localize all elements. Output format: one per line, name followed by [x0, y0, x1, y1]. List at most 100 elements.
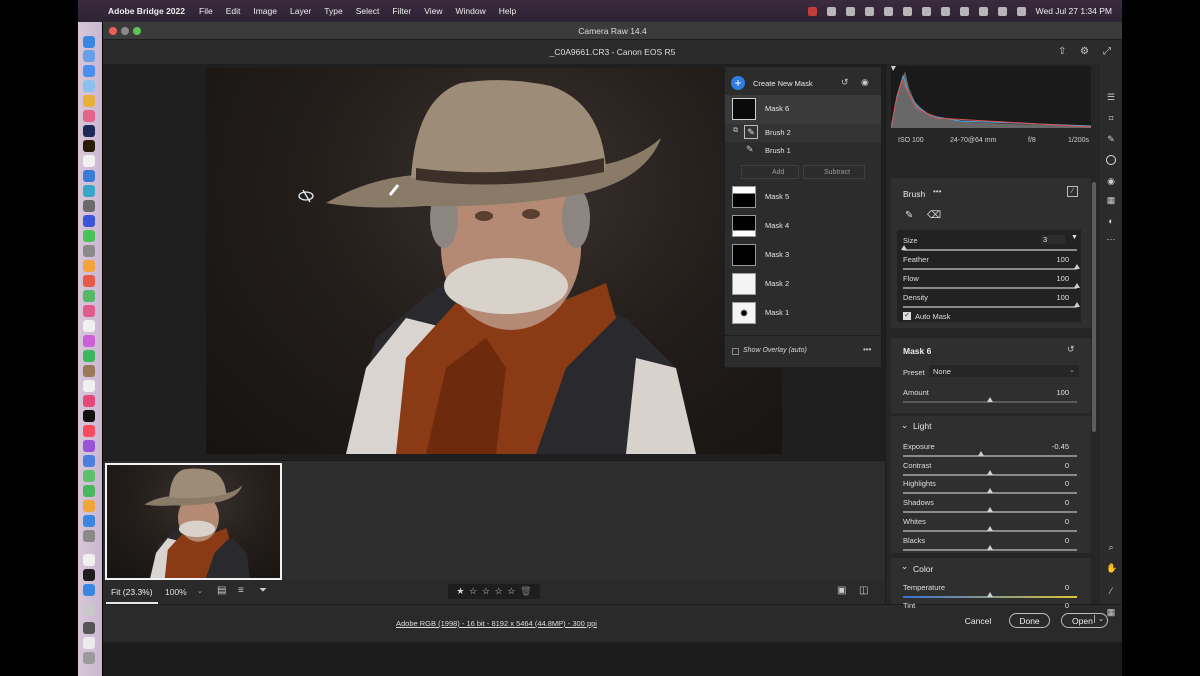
menu-help[interactable]: Help — [499, 6, 516, 16]
app-icon-18[interactable] — [83, 485, 95, 497]
menu-filter[interactable]: Filter — [392, 6, 411, 16]
single-view-icon[interactable]: ▣ — [837, 585, 846, 596]
zoom-tool-icon[interactable]: ⌕ — [1106, 542, 1116, 552]
red-eye-icon[interactable]: ◉ — [1106, 176, 1116, 186]
mask-row-mask-4[interactable]: Mask 4 — [725, 212, 881, 241]
record-icon[interactable] — [807, 6, 817, 16]
zoom-dropdown-icon[interactable]: ⌄ — [197, 587, 203, 595]
app-icon-15[interactable] — [83, 395, 95, 407]
subtract-component-button[interactable]: Subtract — [803, 165, 865, 179]
mask-row-mask-6[interactable]: Mask 6 — [725, 95, 881, 124]
app-icon-2[interactable] — [83, 185, 95, 197]
highlights-slider-knob[interactable] — [987, 488, 993, 494]
launchpad-icon[interactable] — [83, 50, 95, 62]
snapshots-icon[interactable]: ▦ — [1106, 195, 1116, 205]
app-icon-3[interactable] — [83, 200, 95, 212]
auto-mask-checkbox[interactable]: ✓ — [903, 312, 911, 320]
feather-slider-knob[interactable] — [1074, 264, 1080, 269]
safari-icon[interactable] — [83, 65, 95, 77]
cancel-button[interactable]: Cancel — [958, 613, 998, 628]
more-tools-icon[interactable]: ⋯ — [1106, 234, 1116, 244]
eraser-icon[interactable]: ⌫ — [927, 210, 941, 221]
size-slider-track[interactable] — [903, 249, 1077, 251]
edit-icon[interactable]: ☰ — [1106, 92, 1116, 102]
flow-slider-track[interactable] — [903, 287, 1077, 289]
tint-value[interactable]: 0 — [1045, 601, 1069, 610]
folder-icon[interactable] — [83, 604, 95, 616]
menu-select[interactable]: Select — [356, 6, 380, 16]
document-icon[interactable] — [83, 637, 95, 649]
star-3-icon[interactable]: ☆ — [482, 586, 490, 597]
create-mask-icon[interactable]: + — [731, 76, 745, 90]
dropbox-icon[interactable] — [845, 6, 855, 16]
podcasts-icon[interactable] — [83, 440, 95, 452]
gear-icon[interactable]: ⚙ — [1080, 46, 1089, 57]
fit-zoom-button[interactable]: Fit (23.3%) — [106, 580, 158, 604]
app-icon-21[interactable] — [83, 569, 95, 581]
menu-image[interactable]: Image — [253, 6, 277, 16]
open-button[interactable]: Open ⌄ — [1061, 613, 1108, 628]
spotlight-icon[interactable] — [978, 6, 988, 16]
battery-icon[interactable] — [940, 6, 950, 16]
wifi-icon[interactable] — [959, 6, 969, 16]
presets-icon[interactable]: ◐ — [1106, 216, 1116, 226]
calendar-icon[interactable] — [83, 320, 95, 332]
size-value[interactable]: 3 — [1041, 235, 1065, 244]
hand-tool-icon[interactable]: ✋ — [1106, 563, 1117, 573]
before-after-icon[interactable]: ◫ — [859, 585, 868, 596]
exposure-value[interactable]: -0.45 — [1045, 442, 1069, 451]
creative-cloud-icon[interactable] — [826, 6, 836, 16]
workflow-options-link[interactable]: Adobe RGB (1998) - 16 bit - 8192 x 5464 … — [396, 619, 597, 628]
mask-row-brush-2[interactable]: ⧉ ✎ Brush 2 — [725, 124, 881, 142]
music-icon[interactable] — [83, 425, 95, 437]
filmstrip-thumbnail[interactable] — [105, 463, 282, 580]
brush-tool-icon[interactable]: ✎ — [905, 210, 913, 221]
app-icon-6[interactable] — [83, 245, 95, 257]
trash-icon[interactable] — [83, 652, 95, 664]
screen-record-icon[interactable] — [883, 6, 893, 16]
display-icon[interactable] — [864, 6, 874, 16]
menu-type[interactable]: Type — [324, 6, 342, 16]
mask-row-brush-1[interactable]: ✎ Brush 1 — [725, 142, 881, 160]
light-chevron-icon[interactable]: ⌄ — [901, 420, 908, 431]
contrast-slider-knob[interactable] — [987, 469, 993, 475]
preset-dropdown[interactable]: None ⌄ — [929, 365, 1079, 377]
app-icon-5[interactable] — [83, 230, 95, 242]
size-dropdown-icon[interactable]: ▼ — [1071, 234, 1078, 241]
control-center-icon[interactable] — [997, 6, 1007, 16]
undo-mask-icon[interactable]: ↺ — [841, 77, 849, 88]
color-title[interactable]: Color — [913, 564, 933, 574]
flow-slider-knob[interactable] — [1074, 283, 1080, 288]
app-icon-19[interactable] — [83, 500, 95, 512]
menu-edit[interactable]: Edit — [226, 6, 241, 16]
size-slider-knob[interactable] — [901, 245, 907, 250]
shadows-slider-knob[interactable] — [987, 507, 993, 513]
open-dropdown-icon[interactable]: ⌄ — [1094, 615, 1104, 623]
mask-row-mask-2[interactable]: Mask 2 — [725, 270, 881, 299]
app-icon-11[interactable] — [83, 335, 95, 347]
temperature-slider-knob[interactable] — [987, 592, 993, 597]
menubar-clock[interactable]: Wed Jul 27 1:34 PM — [1036, 6, 1112, 16]
sampler-icon[interactable]: ⁄ — [1106, 586, 1116, 596]
mask-row-mask-5[interactable]: Mask 5 — [725, 183, 881, 212]
density-slider-knob[interactable] — [1074, 302, 1080, 307]
menu-window[interactable]: Window — [455, 6, 485, 16]
portrait-photo[interactable] — [206, 68, 782, 454]
filmstrip-view-icon[interactable]: ▤ — [217, 585, 226, 596]
app-icon-16[interactable] — [83, 455, 95, 467]
photoshop-icon[interactable] — [83, 125, 95, 137]
app-icon-22[interactable] — [83, 584, 95, 596]
bluetooth-icon[interactable] — [921, 6, 931, 16]
settings-icon[interactable] — [83, 530, 95, 542]
whites-slider-knob[interactable] — [987, 525, 993, 531]
star-2-icon[interactable]: ☆ — [469, 586, 477, 597]
save-icon[interactable]: ⇧ — [1058, 46, 1066, 57]
delete-icon[interactable]: 🗑 — [520, 586, 531, 597]
app-icon-23[interactable] — [83, 622, 95, 634]
exposure-slider-knob[interactable] — [978, 451, 985, 456]
feather-slider-track[interactable] — [903, 268, 1077, 270]
temperature-value[interactable]: 0 — [1045, 583, 1069, 592]
menu-view[interactable]: View — [424, 6, 442, 16]
menu-layer[interactable]: Layer — [290, 6, 311, 16]
siri-icon[interactable] — [1016, 6, 1026, 16]
